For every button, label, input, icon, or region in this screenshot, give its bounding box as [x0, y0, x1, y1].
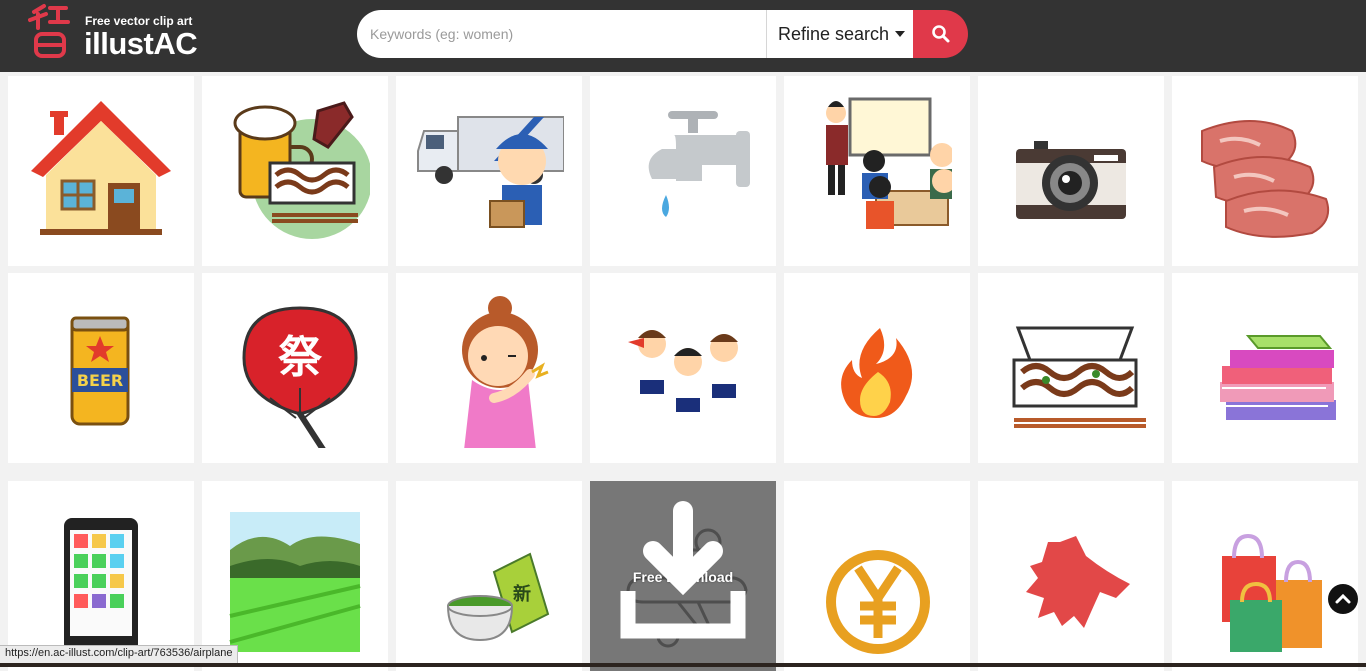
download-icon: [620, 501, 746, 639]
smartphone-illustration-icon: [64, 518, 138, 652]
clip-art-tile[interactable]: [978, 273, 1164, 463]
clip-art-tile[interactable]: [396, 76, 582, 266]
clip-art-tile[interactable]: [784, 273, 970, 463]
clip-art-tile[interactable]: [8, 76, 194, 266]
svg-text:新: 新: [513, 583, 531, 605]
clip-art-tile[interactable]: [8, 481, 194, 671]
classroom-presentation-illustration-icon: [826, 97, 952, 229]
page-bottom-edge: [0, 663, 1366, 667]
festival-fan-illustration-icon: 祭: [242, 306, 358, 448]
beer-and-yakisoba-illustration-icon: [233, 101, 370, 239]
rice-field-illustration-icon: [229, 512, 361, 652]
woman-shoulder-pain-illustration-icon: [462, 296, 549, 448]
shopping-bags-illustration-icon: [1222, 533, 1322, 652]
clip-art-tile[interactable]: [1172, 481, 1358, 671]
search-button[interactable]: [913, 10, 968, 58]
delivery-driver-truck-illustration-icon: [417, 116, 564, 228]
caret-down-icon: [895, 31, 906, 37]
chevron-up-icon: [1335, 593, 1351, 604]
yakisoba-box-illustration-icon: [1012, 326, 1146, 428]
clip-art-tile[interactable]: [590, 273, 776, 463]
scroll-to-top-button[interactable]: [1328, 584, 1358, 614]
camera-illustration-icon: [1016, 141, 1126, 219]
house-illustration-icon: [31, 101, 171, 235]
svg-text:祭: 祭: [278, 332, 323, 383]
logo-icon[interactable]: [26, 2, 72, 64]
fire-illustration-icon: [841, 328, 913, 418]
clip-art-tile[interactable]: 祭: [202, 273, 388, 463]
yen-coin-illustration-icon: [826, 550, 930, 654]
beer-can-illustration-icon: BEER: [70, 316, 130, 426]
download-overlay[interactable]: Free Download: [590, 481, 776, 671]
site-header: Free vector clip art illustAC Refine sea…: [0, 0, 1366, 72]
clip-art-tile[interactable]: [396, 273, 582, 463]
clip-art-tile[interactable]: [978, 76, 1164, 266]
clip-art-tile[interactable]: [202, 76, 388, 266]
hokkaido-map-illustration-icon: [1026, 536, 1130, 628]
browser-status-bar: https://en.ac-illust.com/clip-art/763536…: [0, 645, 239, 663]
clip-art-tile[interactable]: 新: [396, 481, 582, 671]
refine-search-dropdown[interactable]: Refine search: [766, 10, 914, 58]
site-logo-text[interactable]: illustAC: [84, 26, 198, 62]
search-icon: [931, 25, 949, 43]
clip-art-tile-hovered[interactable]: Free Download: [590, 481, 776, 671]
book-stack-illustration-icon: [1220, 335, 1336, 420]
raw-meat-illustration-icon: [1201, 120, 1330, 238]
clip-art-tile[interactable]: BEER: [8, 273, 194, 463]
clip-art-tile[interactable]: [784, 76, 970, 266]
water-faucet-illustration-icon: [648, 111, 750, 217]
green-tea-illustration-icon: 新: [447, 552, 550, 642]
search-bar: Refine search: [357, 10, 968, 58]
refine-search-label: Refine search: [778, 23, 890, 44]
clip-art-tile[interactable]: [1172, 273, 1358, 463]
clip-art-tile[interactable]: [1172, 76, 1358, 266]
cheering-kids-illustration-icon: [628, 330, 738, 412]
clip-art-tile[interactable]: [784, 481, 970, 671]
search-input[interactable]: [357, 10, 767, 58]
svg-text:BEER: BEER: [77, 371, 123, 390]
clip-art-tile[interactable]: [978, 481, 1164, 671]
clip-art-tile[interactable]: [202, 481, 388, 671]
clip-art-tile[interactable]: [590, 76, 776, 266]
